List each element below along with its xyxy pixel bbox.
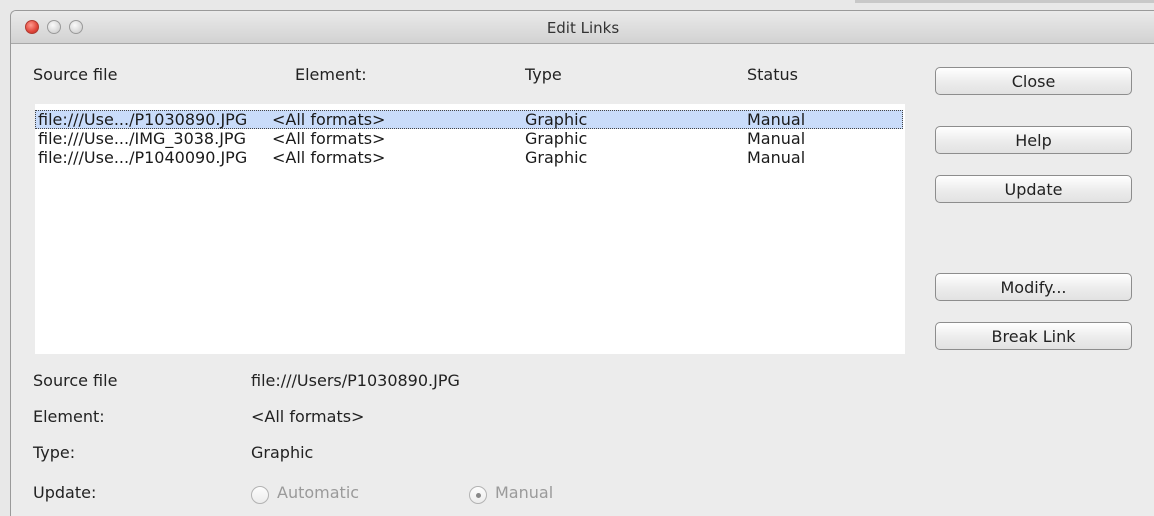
radio-selected-dot: [476, 493, 481, 498]
detail-update-label: Update:: [33, 483, 97, 502]
help-button[interactable]: Help: [935, 126, 1132, 154]
link-source-cell: file:///Use.../IMG_3038.JPG: [38, 129, 246, 148]
link-status-cell: Manual: [747, 110, 806, 129]
link-status-cell: Manual: [747, 129, 806, 148]
detail-type-label: Type:: [33, 443, 76, 462]
column-header-source[interactable]: Source file: [33, 65, 117, 84]
link-type-cell: Graphic: [525, 129, 588, 148]
update-button[interactable]: Update: [935, 175, 1132, 203]
link-row[interactable]: file:///Use.../P1030890.JPG <All formats…: [35, 110, 903, 129]
manual-radio-label[interactable]: Manual: [495, 483, 553, 502]
detail-type-value: Graphic: [251, 443, 314, 462]
detail-element-label: Element:: [33, 407, 105, 426]
edit-links-dialog: Edit Links Source file Element: Type Sta…: [10, 10, 1154, 516]
detail-element-value: <All formats>: [251, 407, 365, 426]
link-source-cell: file:///Use.../P1030890.JPG: [38, 110, 248, 129]
link-status-cell: Manual: [747, 148, 806, 167]
links-list[interactable]: file:///Use.../P1030890.JPG <All formats…: [35, 104, 905, 354]
detail-source-label: Source file: [33, 371, 118, 390]
link-element-cell: <All formats>: [272, 110, 386, 129]
close-button[interactable]: Close: [935, 67, 1132, 95]
background-strip: [855, 0, 1154, 3]
link-row[interactable]: file:///Use.../IMG_3038.JPG <All formats…: [35, 129, 903, 148]
automatic-radio[interactable]: [251, 486, 269, 504]
link-element-cell: <All formats>: [272, 129, 386, 148]
title-bar[interactable]: Edit Links: [11, 11, 1154, 44]
link-type-cell: Graphic: [525, 110, 588, 129]
column-header-status[interactable]: Status: [747, 65, 798, 84]
link-element-cell: <All formats>: [272, 148, 386, 167]
window-title: Edit Links: [546, 19, 620, 37]
manual-radio[interactable]: [469, 486, 487, 504]
link-row[interactable]: file:///Use.../P1040090.JPG <All formats…: [35, 148, 903, 167]
modify-button[interactable]: Modify...: [935, 273, 1132, 301]
link-source-cell: file:///Use.../P1040090.JPG: [38, 148, 248, 167]
column-header-element[interactable]: Element:: [295, 65, 367, 84]
link-type-cell: Graphic: [525, 148, 588, 167]
detail-source-value: file:///Users/P1030890.JPG: [251, 371, 460, 390]
automatic-radio-label[interactable]: Automatic: [277, 483, 359, 502]
break-link-button[interactable]: Break Link: [935, 322, 1132, 350]
column-header-type[interactable]: Type: [525, 65, 562, 84]
